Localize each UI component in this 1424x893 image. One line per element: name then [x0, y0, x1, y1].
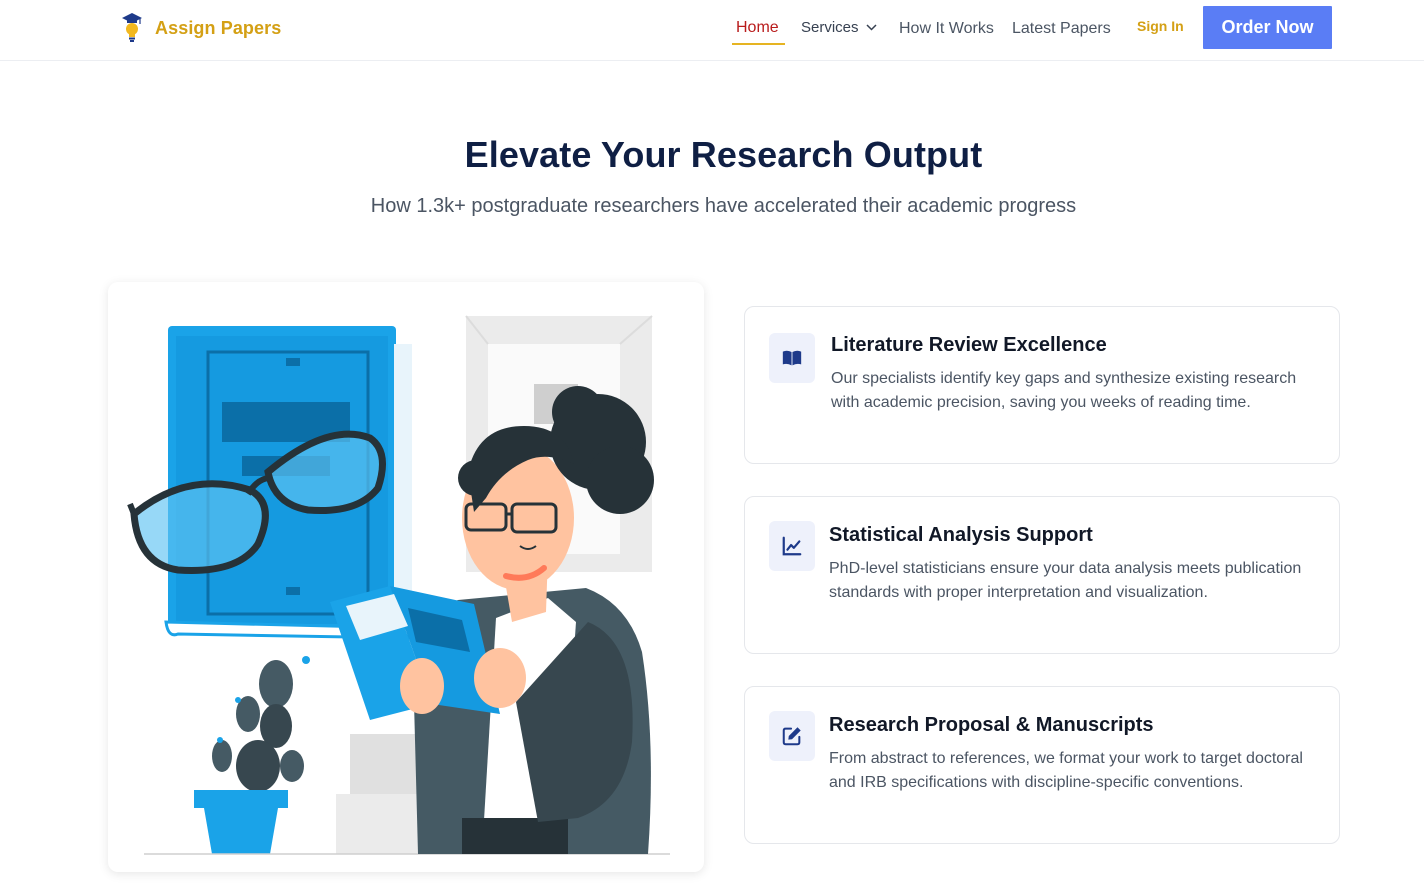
page-title: Elevate Your Research Output [464, 134, 983, 175]
logo[interactable]: Assign Papers [119, 11, 281, 45]
chart-line-icon [782, 536, 802, 556]
book-open-icon [782, 350, 802, 366]
feature-icon-container [769, 711, 815, 761]
nav-how-it-works-link[interactable]: How It Works [899, 20, 994, 38]
feature-icon-container [769, 333, 815, 383]
site-header: Assign Papers Home Services How It Works… [0, 0, 1424, 61]
edit-document-icon [782, 727, 801, 746]
nav-services-label: Services [801, 19, 859, 36]
feature-card-statistical-analysis: Statistical Analysis Support PhD-level s… [744, 496, 1340, 654]
chevron-down-icon [866, 24, 877, 31]
feature-title: Literature Review Excellence [831, 334, 1107, 356]
feature-card-literature-review: Literature Review Excellence Our special… [744, 306, 1340, 464]
feature-description: PhD-level statisticians ensure your data… [829, 560, 1302, 601]
illustration-card [108, 282, 704, 872]
feature-card-research-proposal: Research Proposal & Manuscripts From abs… [744, 686, 1340, 844]
feature-title: Statistical Analysis Support [829, 524, 1093, 546]
nav-home-link[interactable]: Home [736, 19, 779, 37]
lightbulb-graduation-icon [122, 13, 142, 42]
feature-description: Our specialists identify key gaps and sy… [831, 370, 1297, 411]
woman-reading-book-illustration [127, 315, 670, 855]
order-now-button[interactable]: Order Now [1203, 6, 1332, 49]
nav-latest-papers-link[interactable]: Latest Papers [1012, 20, 1111, 38]
page-subtitle: How 1.3k+ postgraduate researchers have … [370, 195, 1077, 217]
nav-services-dropdown[interactable]: Services [801, 19, 877, 36]
feature-description: From abstract to references, we format y… [829, 750, 1303, 791]
feature-title: Research Proposal & Manuscripts [829, 714, 1154, 736]
brand-name: Assign Papers [155, 17, 282, 38]
active-nav-underline [732, 43, 785, 45]
feature-icon-container [769, 521, 815, 571]
sign-in-link[interactable]: Sign In [1137, 18, 1184, 34]
